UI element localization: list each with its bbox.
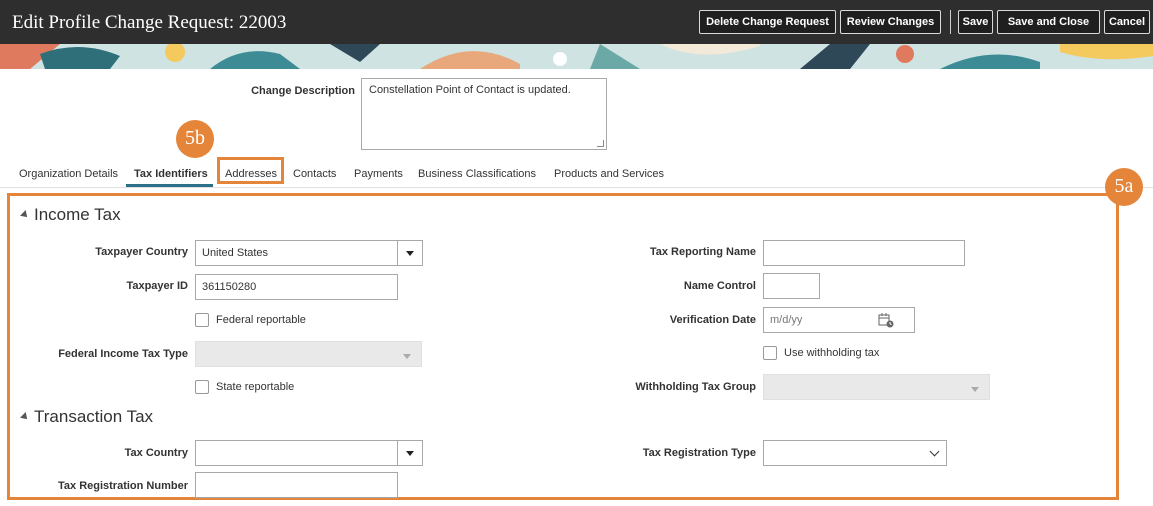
page-title: Edit Profile Change Request: 22003 (12, 12, 287, 33)
state-reportable-checkbox[interactable] (195, 380, 209, 394)
tax-registration-type-label: Tax Registration Type (642, 447, 756, 459)
change-description-label: Change Description (251, 85, 355, 97)
calendar-icon[interactable] (878, 312, 894, 328)
federal-income-tax-type-label: Federal Income Tax Type (58, 348, 188, 360)
name-control-input[interactable] (763, 273, 820, 299)
withholding-tax-group-label: Withholding Tax Group (635, 381, 756, 393)
taxpayer-country-label: Taxpayer Country (95, 246, 188, 258)
tax-country-select[interactable] (195, 440, 398, 466)
tab-addresses[interactable]: Addresses (225, 168, 277, 180)
federal-reportable-checkbox[interactable] (195, 313, 209, 327)
page: Edit Profile Change Request: 22003 Delet… (0, 0, 1153, 506)
tab-payments[interactable]: Payments (354, 168, 403, 180)
taxpayer-id-input[interactable]: 361150280 (195, 274, 398, 300)
tax-country-label: Tax Country (124, 447, 188, 459)
taxpayer-id-label: Taxpayer ID (126, 280, 188, 292)
review-changes-button[interactable]: Review Changes (840, 10, 941, 34)
change-description-value: Constellation Point of Contact is update… (369, 84, 571, 96)
taxpayer-country-select[interactable]: United States (195, 240, 398, 266)
tax-registration-number-input[interactable] (195, 472, 398, 498)
header-decoration (0, 44, 1153, 69)
taxpayer-country-dropdown-icon[interactable] (397, 240, 423, 266)
tab-tax-identifiers[interactable]: Tax Identifiers (134, 168, 208, 180)
header-separator (950, 10, 951, 34)
tab-organization-details[interactable]: Organization Details (19, 168, 118, 180)
verification-date-label: Verification Date (669, 314, 756, 326)
chevron-down-icon (929, 446, 940, 457)
state-reportable-label: State reportable (216, 381, 295, 393)
tab-contacts[interactable]: Contacts (293, 168, 336, 180)
callout-badge-5a: 5a (1105, 168, 1143, 206)
withholding-tax-group-select (763, 374, 990, 400)
tab-divider (0, 187, 1153, 188)
transaction-tax-header: Transaction Tax (34, 407, 154, 426)
tax-registration-number-label: Tax Registration Number (58, 480, 188, 492)
tax-reporting-name-input[interactable] (763, 240, 965, 266)
use-withholding-tax-checkbox[interactable] (763, 346, 777, 360)
tab-products-and-services[interactable]: Products and Services (554, 168, 664, 180)
save-button[interactable]: Save (958, 10, 993, 34)
use-withholding-tax-label: Use withholding tax (784, 347, 880, 359)
income-tax-header: Income Tax (34, 205, 121, 224)
delete-change-request-button[interactable]: Delete Change Request (699, 10, 836, 34)
name-control-label: Name Control (683, 280, 756, 292)
cancel-button[interactable]: Cancel (1104, 10, 1150, 34)
tax-reporting-name-label: Tax Reporting Name (649, 246, 756, 258)
callout-badge-5b: 5b (176, 120, 214, 158)
tax-country-dropdown-icon[interactable] (397, 440, 423, 466)
tab-business-classifications[interactable]: Business Classifications (418, 168, 536, 180)
resize-handle[interactable] (597, 140, 604, 147)
change-description-field[interactable]: Constellation Point of Contact is update… (361, 78, 607, 150)
federal-income-tax-type-select (195, 341, 422, 367)
save-and-close-button[interactable]: Save and Close (997, 10, 1100, 34)
federal-reportable-label: Federal reportable (216, 314, 306, 326)
tax-registration-type-select[interactable] (763, 440, 947, 466)
